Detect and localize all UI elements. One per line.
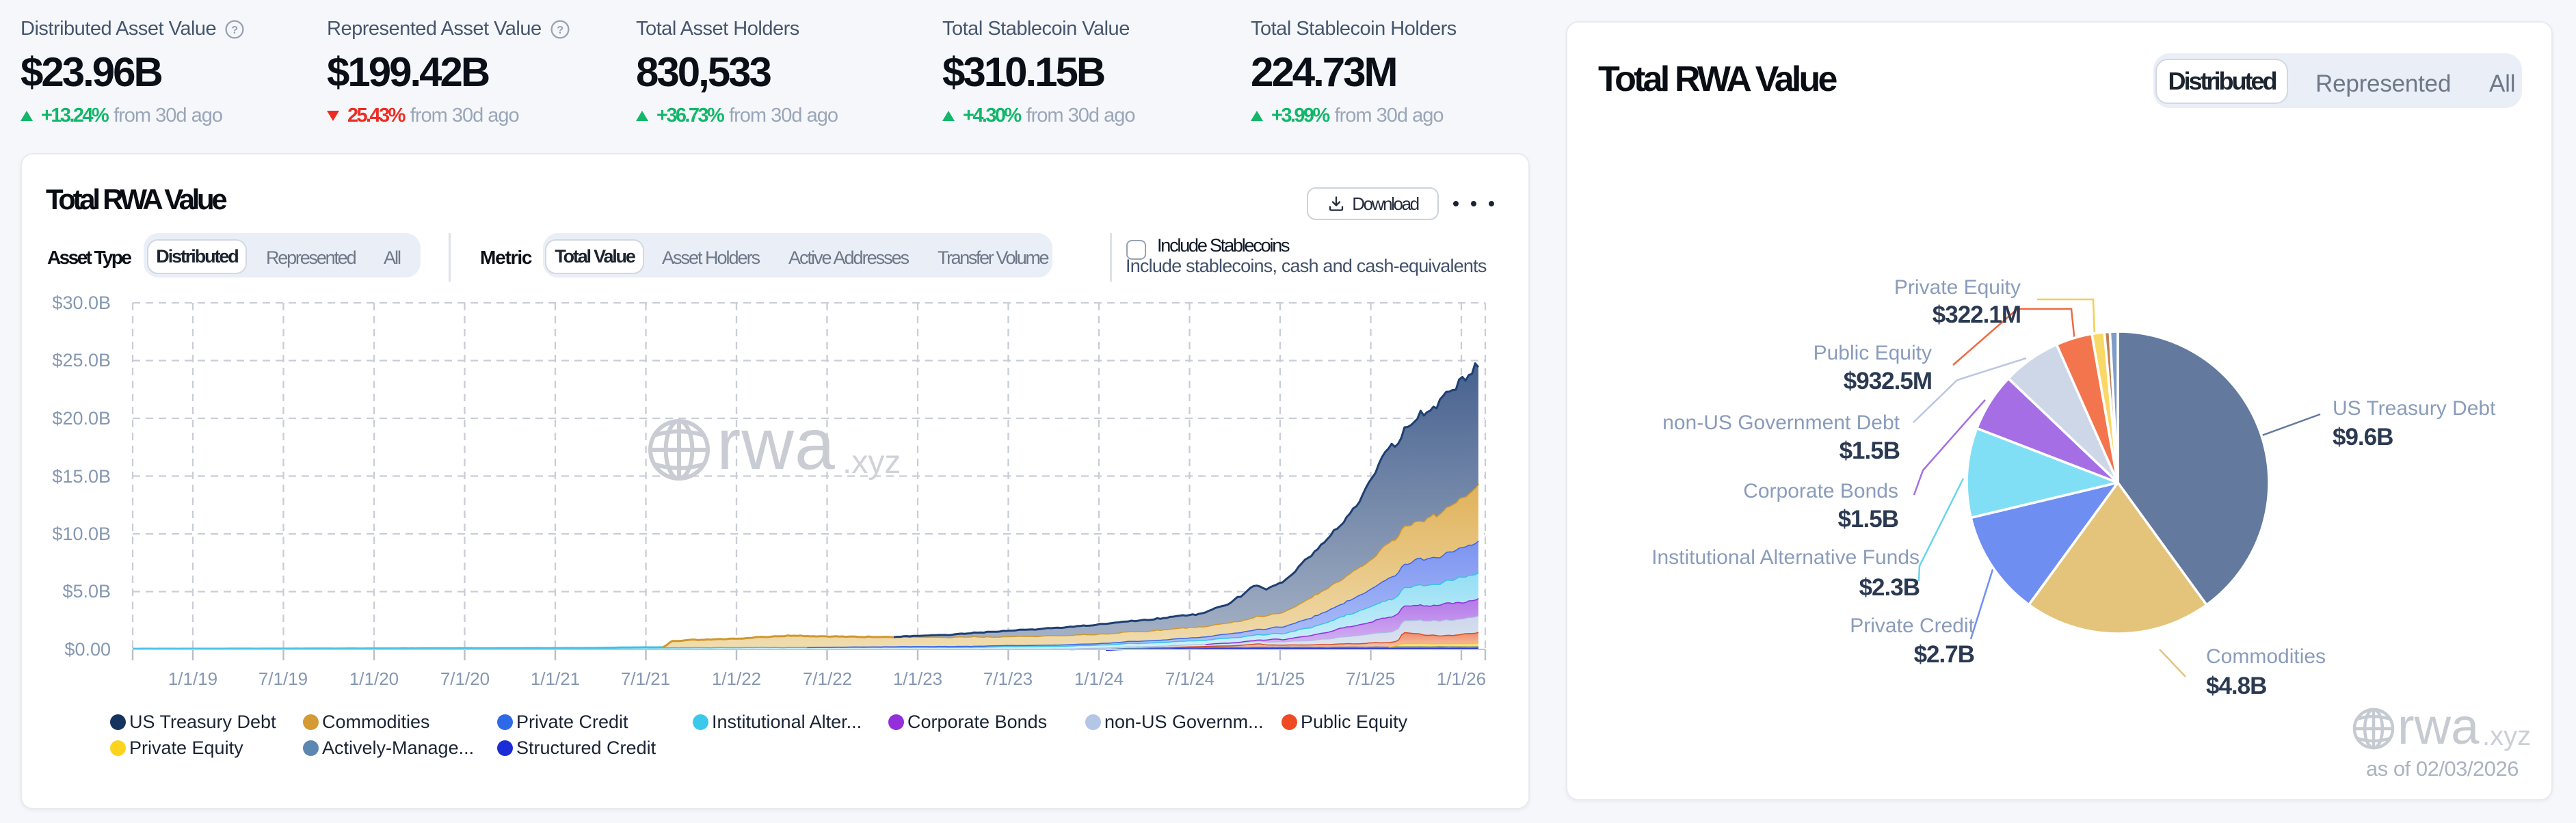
svg-text:?: ? <box>232 25 238 36</box>
svg-text:?: ? <box>557 25 563 36</box>
svg-text:.xyz: .xyz <box>842 444 901 481</box>
svg-text:rwa: rwa <box>717 404 836 485</box>
